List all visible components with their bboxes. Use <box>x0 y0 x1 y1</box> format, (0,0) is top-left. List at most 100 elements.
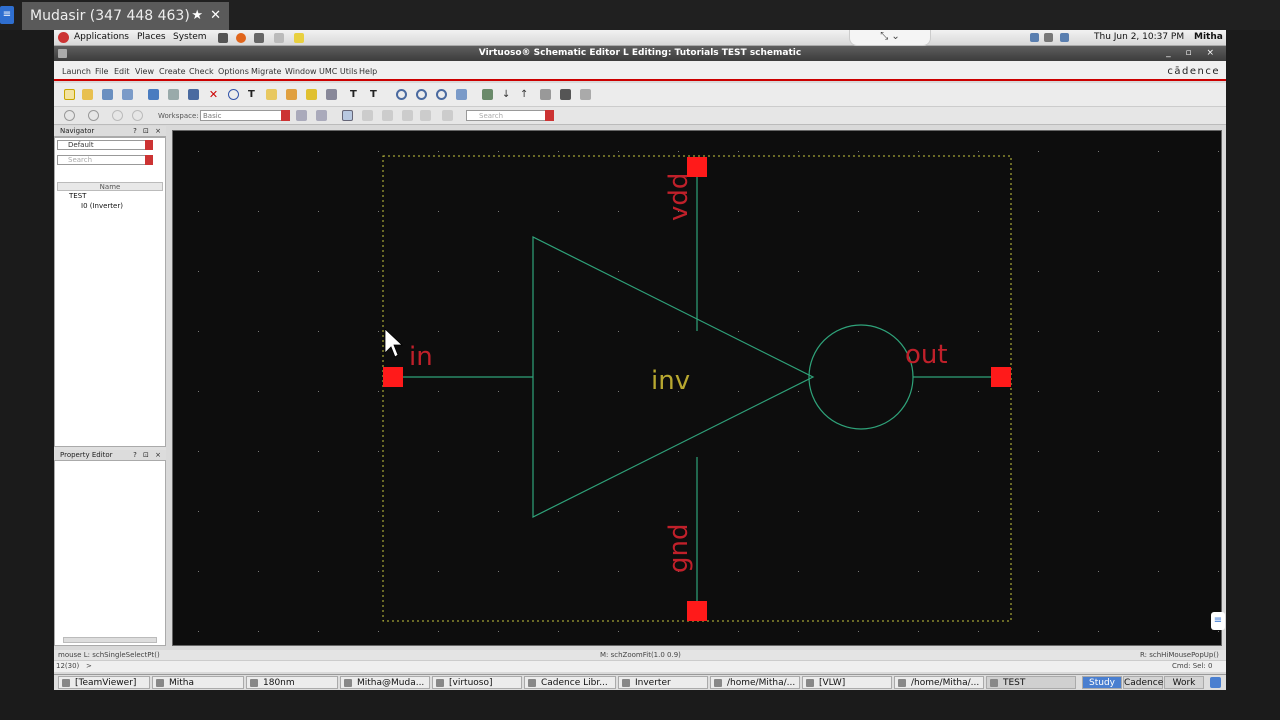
move-icon[interactable] <box>148 89 159 100</box>
navigator-panel-buttons[interactable]: ? ⊡ × <box>133 126 163 137</box>
menu-launch[interactable]: Launch <box>62 67 91 76</box>
simulate-icon[interactable] <box>560 89 571 100</box>
task-home-1[interactable]: /home/Mitha/... <box>710 676 800 689</box>
tree-item-test[interactable]: TEST <box>69 192 86 200</box>
workspace-cadence[interactable]: Cadence <box>1123 676 1163 689</box>
menu-check[interactable]: Check <box>189 67 214 76</box>
task-teamviewer[interactable]: [TeamViewer] <box>58 676 150 689</box>
hierarchy-icon[interactable] <box>540 89 551 100</box>
select-instance-icon[interactable] <box>362 110 373 121</box>
task-vlw[interactable]: [VLW] <box>802 676 892 689</box>
notes-launcher-icon[interactable] <box>294 33 304 43</box>
zoom-in-icon[interactable] <box>396 89 407 100</box>
menu-umc-utils[interactable]: UMC Utils <box>319 67 358 76</box>
pin-in[interactable] <box>383 367 403 387</box>
display-icon[interactable] <box>1060 33 1069 42</box>
wire-narrow-icon[interactable] <box>286 89 297 100</box>
menu-window[interactable]: Window <box>285 67 317 76</box>
menu-options[interactable]: Options <box>218 67 249 76</box>
navigator-column-header[interactable]: Name <box>57 182 163 191</box>
teamviewer-controls[interactable]: ⤡ ⌄ <box>849 30 931 46</box>
show-desktop-icon[interactable] <box>1210 677 1221 688</box>
teamviewer-icon[interactable]: ≡ <box>0 6 14 24</box>
properties-icon[interactable] <box>580 89 591 100</box>
redo-icon[interactable] <box>88 110 99 121</box>
task-library-manager[interactable]: Cadence Libr... <box>524 676 616 689</box>
clock[interactable]: Thu Jun 2, 10:37 PM <box>1094 32 1184 42</box>
wire-icon[interactable] <box>266 89 277 100</box>
toolbar-search-input[interactable]: Search <box>466 110 554 121</box>
stop-icon[interactable] <box>132 110 143 121</box>
stretch-icon[interactable] <box>188 89 199 100</box>
network-icon[interactable] <box>1030 33 1039 42</box>
ascend-icon[interactable]: ↑ <box>520 89 531 100</box>
workspace-select[interactable]: Basic <box>200 110 290 121</box>
schematic-canvas[interactable]: vdd gnd in out inv <box>172 130 1222 646</box>
workspace-load-icon[interactable] <box>316 110 327 121</box>
select-pin-icon[interactable] <box>402 110 413 121</box>
label-icon[interactable]: T <box>248 89 259 100</box>
screenshot-launcher-icon[interactable] <box>254 33 264 43</box>
copy-icon[interactable] <box>168 89 179 100</box>
command-line[interactable]: 12(30) > Cmd: Sel: 0 <box>54 660 1226 672</box>
close-tab-icon[interactable]: ✕ <box>210 2 221 30</box>
menu-view[interactable]: View <box>135 67 154 76</box>
instance-icon[interactable] <box>228 89 239 100</box>
menu-applications[interactable]: Applications <box>74 32 129 42</box>
select-net-icon[interactable] <box>382 110 393 121</box>
delete-icon[interactable]: ✕ <box>208 89 219 100</box>
navigator-search-input[interactable]: Search <box>57 155 153 165</box>
save-icon[interactable] <box>102 89 113 100</box>
menu-places[interactable]: Places <box>137 32 166 42</box>
chevron-down-icon[interactable] <box>281 110 290 121</box>
task-180nm[interactable]: 180nm <box>246 676 338 689</box>
undo-icon[interactable] <box>64 110 75 121</box>
workspace-save-icon[interactable] <box>296 110 307 121</box>
repeat-icon[interactable] <box>112 110 123 121</box>
text-icon[interactable]: T <box>350 89 361 100</box>
volume-icon[interactable] <box>1044 33 1053 42</box>
menu-edit[interactable]: Edit <box>114 67 130 76</box>
workspace-work[interactable]: Work <box>1164 676 1204 689</box>
window-menu-icon[interactable] <box>58 49 67 58</box>
favorite-star-icon[interactable]: ★ <box>191 2 203 30</box>
pan-icon[interactable] <box>456 89 467 100</box>
tree-item-inverter[interactable]: I0 (Inverter) <box>81 202 123 210</box>
filter-chevron-icon[interactable] <box>145 140 153 150</box>
select-mode-icon[interactable] <box>342 110 353 121</box>
text-small-icon[interactable]: T <box>370 89 381 100</box>
note-icon[interactable] <box>306 89 317 100</box>
mail-launcher-icon[interactable] <box>274 33 284 43</box>
window-titlebar[interactable]: Virtuoso® Schematic Editor L Editing: Tu… <box>54 46 1226 61</box>
horizontal-scrollbar[interactable] <box>63 637 157 643</box>
teamviewer-side-icon[interactable]: ≡ <box>1211 612 1225 630</box>
select-label-icon[interactable] <box>420 110 431 121</box>
open-icon[interactable] <box>82 89 93 100</box>
menu-create[interactable]: Create <box>159 67 186 76</box>
menu-file[interactable]: File <box>95 67 108 76</box>
user-name[interactable]: Mitha <box>1194 32 1223 42</box>
zoom-out-icon[interactable] <box>416 89 427 100</box>
task-terminal-mitha[interactable]: Mitha@Muda... <box>340 676 430 689</box>
navigator-filter-select[interactable]: Default <box>57 140 153 150</box>
session-tab[interactable]: Mudasir (347 448 463) ★ ✕ <box>22 2 229 30</box>
window-controls[interactable]: _ ▫ × <box>1166 46 1220 61</box>
save-as-icon[interactable] <box>122 89 133 100</box>
menu-migrate[interactable]: Migrate <box>251 67 281 76</box>
task-test[interactable]: TEST <box>986 676 1076 689</box>
workspace-study[interactable]: Study <box>1082 676 1122 689</box>
menu-system[interactable]: System <box>173 32 207 42</box>
search-dropdown-icon[interactable] <box>545 110 554 121</box>
task-home-2[interactable]: /home/Mitha/... <box>894 676 984 689</box>
pin-icon[interactable] <box>326 89 337 100</box>
terminal-launcher-icon[interactable] <box>218 33 228 43</box>
task-virtuoso[interactable]: [virtuoso] <box>432 676 522 689</box>
navigator-search-chevron-icon[interactable] <box>145 155 153 165</box>
firefox-launcher-icon[interactable] <box>236 33 246 43</box>
pin-gnd[interactable] <box>687 601 707 621</box>
task-inverter[interactable]: Inverter <box>618 676 708 689</box>
task-mitha[interactable]: Mitha <box>152 676 244 689</box>
pin-out[interactable] <box>991 367 1011 387</box>
check-save-icon[interactable] <box>482 89 493 100</box>
new-icon[interactable] <box>64 89 75 100</box>
